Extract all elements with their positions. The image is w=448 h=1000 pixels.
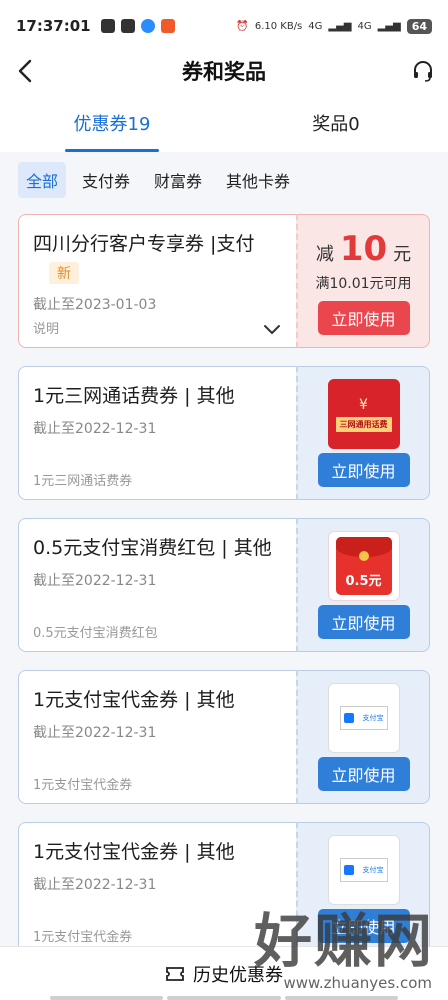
- header: 券和奖品: [0, 42, 448, 100]
- coupon-card: 1元三网通话费券 | 其他 截止至2022-12-31 1元三网通话费券 ¥ 三…: [18, 366, 430, 500]
- voucher-card-icon: 支付宝: [339, 706, 388, 730]
- customer-service-button[interactable]: [408, 54, 438, 88]
- coupon-note: 1元支付宝代金券: [33, 778, 133, 793]
- coupon-card: 1元支付宝代金券 | 其他 截止至2022-12-31 1元支付宝代金券 支付宝…: [18, 670, 430, 804]
- filter-wealth[interactable]: 财富券: [146, 162, 210, 198]
- signal-icon: ▂▄▆: [328, 20, 352, 32]
- phone-bill-image: ¥ 三网通用话费: [327, 379, 400, 449]
- watermark-url: www.zhuanyes.com: [283, 974, 432, 992]
- coupon-info: 1元三网通话费券 | 其他 截止至2022-12-31 1元三网通话费券: [18, 366, 296, 500]
- sim1-label: 4G: [308, 20, 323, 32]
- image-text: 支付宝: [362, 714, 384, 722]
- coupon-title: 四川分行客户专享券 |支付: [33, 233, 255, 255]
- coupon-card: 0.5元支付宝消费红包 | 其他 截止至2022-12-31 0.5元支付宝消费…: [18, 518, 430, 652]
- qq-icon: [140, 19, 155, 33]
- alipay-logo-icon: [343, 713, 354, 723]
- tab-prizes[interactable]: 奖品0: [224, 100, 448, 152]
- coupon-title: 1元三网通话费券 | 其他: [33, 385, 235, 407]
- coupon-amount: 减 10 元: [316, 229, 411, 269]
- coupon-expiry: 截止至2022-12-31: [33, 877, 157, 893]
- filter-all[interactable]: 全部: [18, 162, 67, 198]
- coupon-list: 四川分行客户专享券 |支付 新 截止至2023-01-03 说明 减 10 元 …: [18, 214, 430, 974]
- back-button[interactable]: [10, 54, 40, 88]
- coupon-note: 0.5元支付宝消费红包: [33, 626, 158, 641]
- coupon-note: 1元支付宝代金券: [33, 930, 133, 945]
- message-icon: [120, 19, 135, 33]
- amount-value: 10: [339, 229, 388, 269]
- status-time: 17:37:01: [16, 17, 91, 35]
- coupon-title: 0.5元支付宝消费红包 | 其他: [33, 537, 272, 559]
- voucher-card-icon: 支付宝: [339, 858, 388, 882]
- use-now-button[interactable]: 立即使用: [317, 605, 410, 639]
- tab-coupons[interactable]: 优惠券19: [0, 100, 224, 152]
- notification-icons: [100, 19, 175, 33]
- coupon-expiry: 截止至2022-12-31: [33, 725, 157, 741]
- battery-indicator: 64: [406, 18, 432, 34]
- filter-payment[interactable]: 支付券: [74, 162, 138, 198]
- coupon-note: 1元三网通话费券: [33, 474, 133, 489]
- coupon-condition: 满10.01元可用: [315, 276, 412, 292]
- coupon-action: ¥ 三网通用话费 立即使用: [296, 366, 430, 500]
- chevron-down-icon[interactable]: [262, 321, 282, 337]
- filter-chips: 全部 支付券 财富券 其他卡券: [18, 162, 298, 198]
- coupon-expiry: 截止至2022-12-31: [33, 421, 157, 437]
- tab-bar: 优惠券19 奖品0: [0, 100, 448, 152]
- coupon-info: 1元支付宝代金券 | 其他 截止至2022-12-31 1元支付宝代金券: [18, 670, 296, 804]
- watermark: 好赚网: [253, 907, 434, 975]
- home-indicator: [0, 996, 448, 1000]
- image-text: 0.5元: [345, 574, 382, 589]
- net-speed: 6.10 KB/s: [254, 20, 303, 32]
- image-text: 三网通用话费: [335, 416, 392, 432]
- headset-icon: [414, 61, 432, 82]
- coupon-action: 减 10 元 满10.01元可用 立即使用: [296, 214, 430, 348]
- coupon-info: 0.5元支付宝消费红包 | 其他 截止至2022-12-31 0.5元支付宝消费…: [18, 518, 296, 652]
- alarm-icon: ⏰: [236, 20, 249, 32]
- coupon-action: 支付宝 立即使用: [296, 670, 430, 804]
- yen-icon: ¥: [359, 396, 368, 413]
- app-notification-icon: [160, 19, 175, 33]
- use-now-button[interactable]: 立即使用: [317, 301, 410, 335]
- coupon-expiry: 截止至2022-12-31: [33, 573, 157, 589]
- alipay-logo-icon: [343, 865, 354, 875]
- coupon-note: 说明: [33, 322, 60, 337]
- amount-unit: 元: [393, 244, 412, 265]
- coupon-card: 四川分行客户专享券 |支付 新 截止至2023-01-03 说明 减 10 元 …: [18, 214, 430, 348]
- coupon-expiry: 截止至2023-01-03: [33, 297, 157, 313]
- sim2-label: 4G: [357, 20, 372, 32]
- coupon-history-icon: [166, 966, 184, 981]
- wechat-icon: [100, 19, 115, 33]
- use-now-button[interactable]: 立即使用: [317, 453, 410, 487]
- signal-icon: ▂▄▆: [377, 20, 401, 32]
- coupon-info: 四川分行客户专享券 |支付 新 截止至2023-01-03 说明: [18, 214, 296, 348]
- chevron-left-icon: [18, 59, 32, 83]
- new-badge: 新: [49, 262, 79, 284]
- page-title: 券和奖品: [182, 60, 266, 84]
- coupon-title: 1元支付宝代金券 | 其他: [33, 689, 235, 711]
- coupon-title: 1元支付宝代金券 | 其他: [33, 841, 235, 863]
- red-packet-icon: 0.5元: [335, 537, 392, 595]
- image-text: 支付宝: [362, 866, 384, 874]
- filter-other-cards[interactable]: 其他卡券: [218, 162, 298, 198]
- amount-prefix: 减: [315, 244, 334, 265]
- coupon-action: 0.5元 立即使用: [296, 518, 430, 652]
- use-now-button[interactable]: 立即使用: [317, 757, 410, 791]
- red-packet-image: 0.5元: [327, 531, 400, 601]
- alipay-voucher-image: 支付宝: [327, 683, 400, 753]
- system-status: ⏰ 6.10 KB/s 4G ▂▄▆ 4G ▂▄▆ 64: [236, 18, 432, 34]
